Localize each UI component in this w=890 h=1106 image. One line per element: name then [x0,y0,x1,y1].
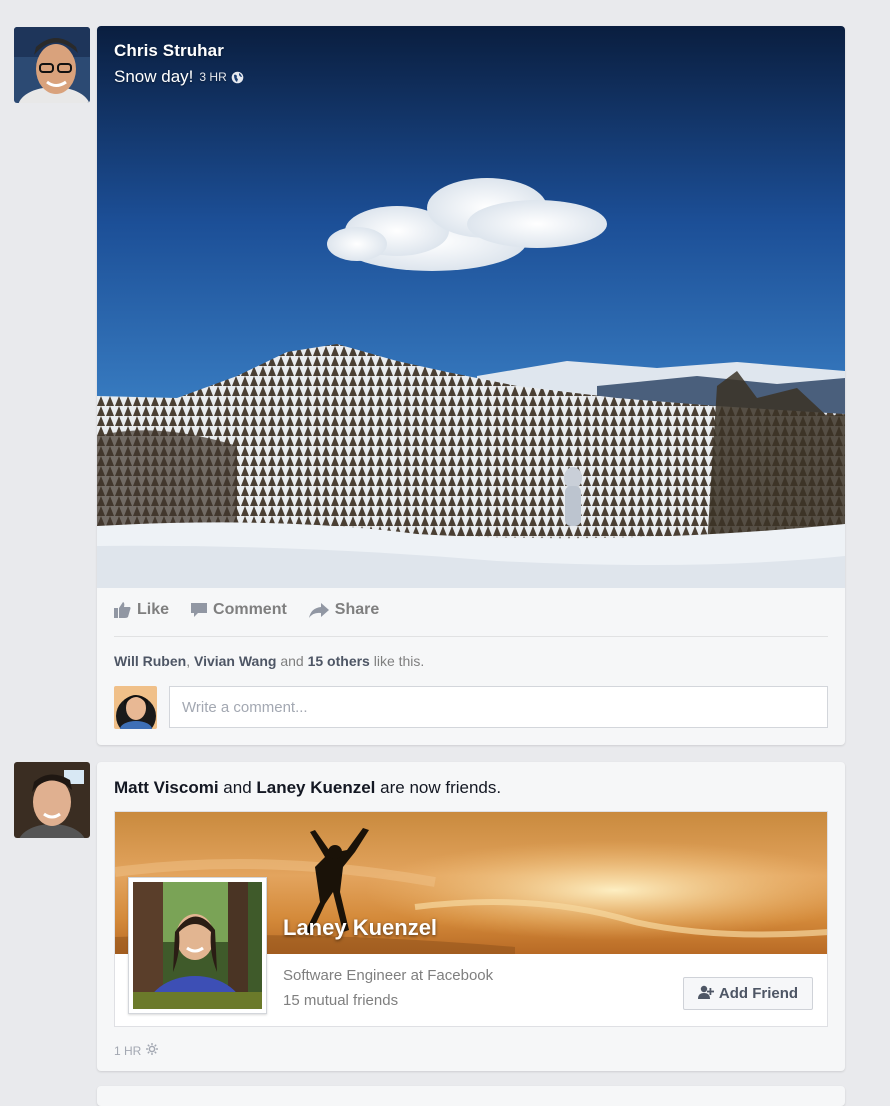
comment-button[interactable]: Comment [191,601,287,619]
share-arrow-icon [308,602,329,618]
commenter-avatar [114,686,157,729]
post-card: Chris Struhar Snow day! 3 HR Like Commen… [97,26,845,745]
actor-name[interactable]: Matt Viscomi [114,778,219,797]
post-actions: Like Comment Share [114,601,379,619]
share-button[interactable]: Share [308,601,380,619]
comment-label: Comment [213,601,287,618]
actor-name[interactable]: Laney Kuenzel [256,778,375,797]
likes-suffix: like this. [369,653,425,669]
likes-separator: , [186,653,194,669]
headline-suffix: are now friends. [375,778,502,797]
status-text: Snow day! [114,67,194,86]
friends-icon[interactable] [146,1043,159,1058]
comment-input[interactable] [169,686,828,728]
friendship-card: Matt Viscomi and Laney Kuenzel are now f… [97,762,845,1071]
like-button[interactable]: Like [114,601,169,619]
status-line: Snow day! 3 HR [114,67,244,87]
thumbs-up-icon [114,602,131,618]
story-headline: Matt Viscomi and Laney Kuenzel are now f… [114,778,501,798]
speech-bubble-icon [191,602,208,618]
liker-name[interactable]: Will Ruben [114,653,186,669]
liker-name[interactable]: Vivian Wang [194,653,276,669]
like-label: Like [137,601,170,618]
story-timestamp[interactable]: 1 HR [114,1044,141,1058]
post-photo[interactable] [97,26,845,588]
headline-connector: and [218,778,257,797]
friend-profile-picture[interactable] [128,877,267,1014]
post-timestamp[interactable]: 3 HR [199,70,226,84]
story-timestamp-row: 1 HR [114,1043,159,1058]
likes-others-link[interactable]: 15 others [308,653,370,669]
add-friend-label: Add Friend [718,985,799,1002]
post-header: Chris Struhar Snow day! 3 HR [114,41,244,87]
add-friend-icon [697,985,714,1003]
next-card-edge [97,1086,845,1106]
share-label: Share [334,601,380,618]
likes-summary: Will Ruben, Vivian Wang and 15 others li… [114,653,424,669]
globe-icon[interactable] [231,71,244,84]
friend-profile-card: Laney Kuenzel Software Engineer at Faceb… [114,811,828,1027]
author-name[interactable]: Chris Struhar [114,41,244,61]
friend-name[interactable]: Laney Kuenzel [283,915,437,941]
actor-avatar[interactable] [14,762,90,838]
mutual-friends-link[interactable]: 15 mutual friends [283,992,398,1009]
author-avatar[interactable] [14,27,90,103]
likes-and: and [276,653,308,669]
add-friend-button[interactable]: Add Friend [683,977,813,1010]
divider [114,636,828,637]
friend-job: Software Engineer at Facebook [283,967,494,984]
